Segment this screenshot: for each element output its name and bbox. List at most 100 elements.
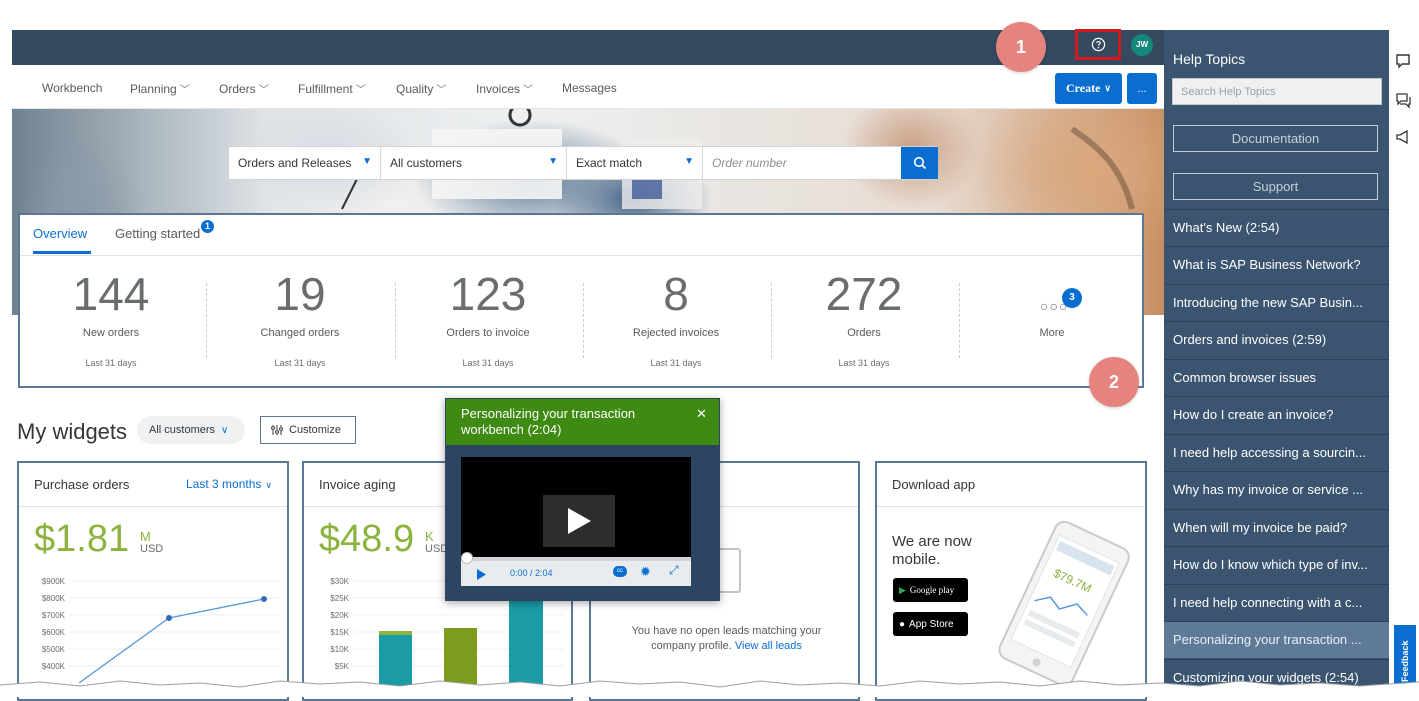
widget-title: Purchase orders xyxy=(34,477,130,492)
bar-segment[interactable] xyxy=(379,631,412,635)
help-topic[interactable]: I need help accessing a sourcin... xyxy=(1164,434,1389,471)
step-marker-1: 1 xyxy=(996,22,1046,72)
help-topic[interactable]: How do I know which type of inv... xyxy=(1164,546,1389,583)
help-icon xyxy=(1091,37,1105,52)
scrubber-handle[interactable] xyxy=(461,552,473,564)
fullscreen-icon[interactable]: ⤢ xyxy=(669,563,679,578)
stat-orders[interactable]: 272 Orders Last 31 days xyxy=(770,268,958,368)
stat-changed-orders[interactable]: 19 Changed orders Last 31 days xyxy=(206,268,394,368)
help-topic[interactable]: Introducing the new SAP Busin... xyxy=(1164,284,1389,321)
period-select[interactable]: Last 3 months ∨ xyxy=(186,477,272,491)
nav-quality[interactable]: Quality ﹀ xyxy=(396,81,446,96)
help-topic[interactable]: What is SAP Business Network? xyxy=(1164,246,1389,283)
google-play-badge[interactable]: ▶ Google play xyxy=(893,578,968,602)
stat-new-orders[interactable]: 144 New orders Last 31 days xyxy=(17,268,205,368)
nav-messages[interactable]: Messages xyxy=(562,81,617,95)
search-button[interactable] xyxy=(901,147,938,179)
widgets-customer-filter[interactable]: All customers ∨ xyxy=(137,416,245,444)
search-bar: Orders and Releases ▼ All customers ▼ Exac… xyxy=(228,146,938,180)
widget-title: Invoice aging xyxy=(319,477,396,492)
order-number-input[interactable]: Order number xyxy=(703,147,901,179)
help-search-input[interactable]: Search Help Topics xyxy=(1172,78,1382,105)
video-time: 0:00 / 2:04 xyxy=(510,568,553,578)
help-button[interactable] xyxy=(1075,29,1121,60)
conversation-icon[interactable] xyxy=(1394,91,1412,109)
download-app-widget: Download app We are now mobile. ▶ Google p… xyxy=(875,461,1147,701)
y-tick: $700K xyxy=(41,611,65,620)
documentation-button[interactable]: Documentation xyxy=(1173,125,1378,152)
nav-workbench[interactable]: Workbench xyxy=(42,81,102,95)
search-icon xyxy=(913,156,926,170)
play-icon[interactable] xyxy=(476,567,486,585)
chevron-down-icon: ∨ xyxy=(265,480,272,490)
announcement-icon[interactable] xyxy=(1394,128,1412,146)
settings-icon[interactable]: ✹ xyxy=(640,564,651,580)
close-icon[interactable]: ✕ xyxy=(696,406,707,422)
customer-select[interactable]: All customers ▼ xyxy=(381,147,567,179)
captions-icon[interactable]: cc xyxy=(613,566,627,577)
step-marker-2: 2 xyxy=(1089,357,1139,407)
total-amount: $1.81 xyxy=(34,518,130,560)
view-all-leads-link[interactable]: View all leads xyxy=(735,640,802,652)
nav-fulfillment[interactable]: Fulfillment ﹀ xyxy=(298,81,366,96)
video-scrubber[interactable] xyxy=(461,557,691,561)
chevron-down-icon: ﹀ xyxy=(436,85,447,96)
doc-type-select[interactable]: Orders and Releases ▼ xyxy=(229,147,381,179)
help-topic[interactable]: I need help connecting with a c... xyxy=(1164,584,1389,621)
nav-invoices[interactable]: Invoices ﹀ xyxy=(476,81,533,96)
chevron-down-icon: ﹀ xyxy=(523,85,534,96)
help-topic-active[interactable]: Personalizing your transaction ... xyxy=(1164,621,1389,658)
help-topic[interactable]: Orders and invoices (2:59) xyxy=(1164,321,1389,358)
help-topic[interactable]: Common browser issues xyxy=(1164,359,1389,396)
avatar[interactable]: JW xyxy=(1131,34,1153,56)
create-button[interactable]: Create ∨ xyxy=(1055,73,1122,104)
y-tick: $10K xyxy=(330,645,349,654)
play-icon: ▶ xyxy=(899,584,906,595)
y-tick: $5K xyxy=(334,662,349,671)
phone-illustration: $79.7M xyxy=(998,520,1130,687)
data-point[interactable] xyxy=(261,596,267,602)
page-margin xyxy=(0,30,12,697)
chat-icon[interactable] xyxy=(1394,52,1412,70)
stat-rejected-invoices[interactable]: 8 Rejected invoices Last 31 days xyxy=(582,268,770,368)
customize-button[interactable]: Customize xyxy=(260,416,356,444)
video-controls xyxy=(461,557,691,586)
play-icon xyxy=(568,508,591,534)
sliders-icon xyxy=(271,425,283,435)
tab-active-indicator xyxy=(33,251,91,254)
widget-title: Download app xyxy=(892,477,976,492)
app-store-badge[interactable]: ● App Store xyxy=(893,612,968,636)
tab-getting-started[interactable]: Getting started xyxy=(115,226,200,241)
more-label[interactable]: More xyxy=(1030,327,1074,339)
y-tick: $25K xyxy=(330,594,349,603)
purchase-orders-widget: Purchase orders Last 3 months ∨ $1.81 M U… xyxy=(17,461,289,701)
amount-currency: USD xyxy=(140,543,164,555)
support-button[interactable]: Support xyxy=(1173,173,1378,200)
nav-orders[interactable]: Orders ﹀ xyxy=(219,81,269,96)
help-topic[interactable]: How do I create an invoice? xyxy=(1164,396,1389,433)
chevron-down-icon: ▼ xyxy=(684,156,694,167)
divider xyxy=(959,283,960,358)
po-line-chart xyxy=(69,580,279,683)
more-actions-button[interactable]: ... xyxy=(1127,73,1157,104)
help-topic[interactable]: What's New (2:54) xyxy=(1164,209,1389,246)
tab-overview[interactable]: Overview xyxy=(33,226,87,241)
video-title: Personalizing your transaction workbench… xyxy=(446,399,719,445)
main-nav: Workbench Planning ﹀ Orders ﹀ Fulfillment ﹀… xyxy=(12,65,1164,109)
help-topic[interactable]: When will my invoice be paid? xyxy=(1164,509,1389,546)
data-point[interactable] xyxy=(166,615,172,621)
chevron-down-icon: ∨ xyxy=(221,424,229,436)
nav-planning[interactable]: Planning ﹀ xyxy=(130,81,190,96)
chevron-down-icon: ﹀ xyxy=(258,85,269,96)
help-topic[interactable]: Why has my invoice or service ... xyxy=(1164,471,1389,508)
play-button[interactable] xyxy=(543,495,615,547)
match-select[interactable]: Exact match ▼ xyxy=(567,147,703,179)
chevron-down-icon: ∨ xyxy=(1104,83,1112,93)
y-tick: $15K xyxy=(330,628,349,637)
torn-edge xyxy=(0,680,1419,697)
amount-unit: M xyxy=(140,529,151,544)
download-app-text: We are now mobile. xyxy=(892,533,972,568)
widgets-title: My widgets xyxy=(17,419,128,444)
y-tick: $800K xyxy=(41,594,65,603)
stat-orders-to-invoice[interactable]: 123 Orders to invoice Last 31 days xyxy=(394,268,582,368)
